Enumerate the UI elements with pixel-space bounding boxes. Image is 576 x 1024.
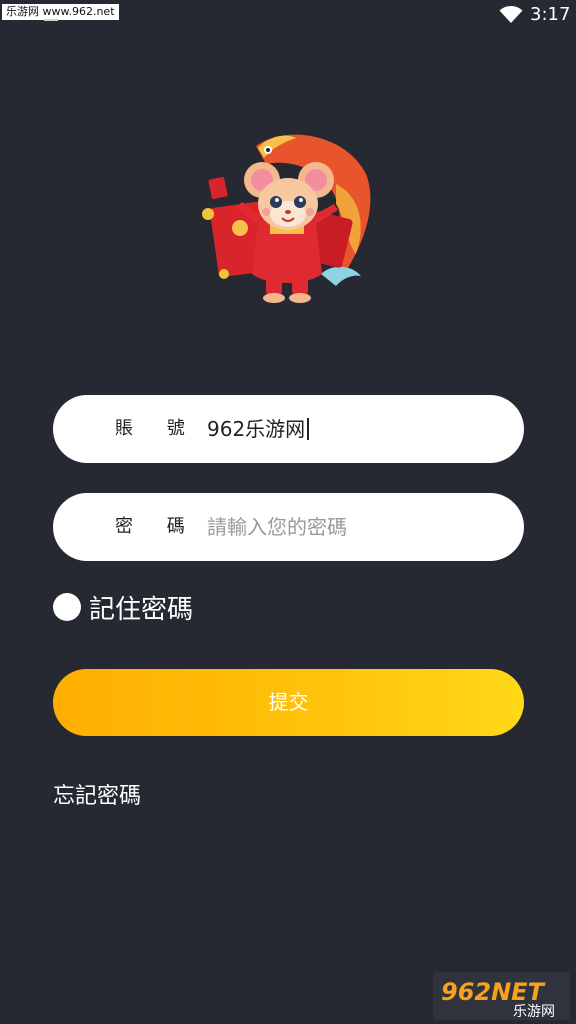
remember-password-label: 記住密碼 bbox=[89, 594, 194, 625]
text-caret bbox=[307, 417, 309, 440]
account-input[interactable]: 962乐游网 bbox=[207, 395, 309, 463]
account-value: 962乐游网 bbox=[207, 417, 306, 441]
remember-radio-icon[interactable] bbox=[53, 593, 81, 621]
forgot-password-link[interactable]: 忘記密碼 bbox=[53, 778, 141, 810]
remember-password-toggle[interactable]: 記住密碼 bbox=[53, 590, 194, 625]
wifi-icon bbox=[499, 6, 523, 23]
submit-button[interactable]: 提交 bbox=[53, 669, 524, 736]
status-bar: 乐游网 www.962.net 3:17 bbox=[0, 0, 576, 30]
watermark-label: 乐游网 www.962.net bbox=[2, 4, 119, 20]
password-label: 密 碼 bbox=[115, 516, 199, 537]
watermark-logo: 962NET 乐游网 bbox=[433, 972, 570, 1020]
status-time: 3:17 bbox=[530, 4, 571, 25]
password-field[interactable]: 密 碼 bbox=[53, 493, 524, 561]
watermark-logo-brand: 962NET bbox=[441, 978, 546, 1006]
mascot-image bbox=[202, 134, 371, 303]
password-input[interactable] bbox=[207, 493, 497, 561]
account-label: 賬 號 bbox=[115, 418, 199, 439]
account-field[interactable]: 賬 號 962乐游网 bbox=[53, 395, 524, 463]
watermark-logo-sub: 乐游网 bbox=[513, 1004, 555, 1020]
status-notification-dash bbox=[44, 19, 58, 21]
